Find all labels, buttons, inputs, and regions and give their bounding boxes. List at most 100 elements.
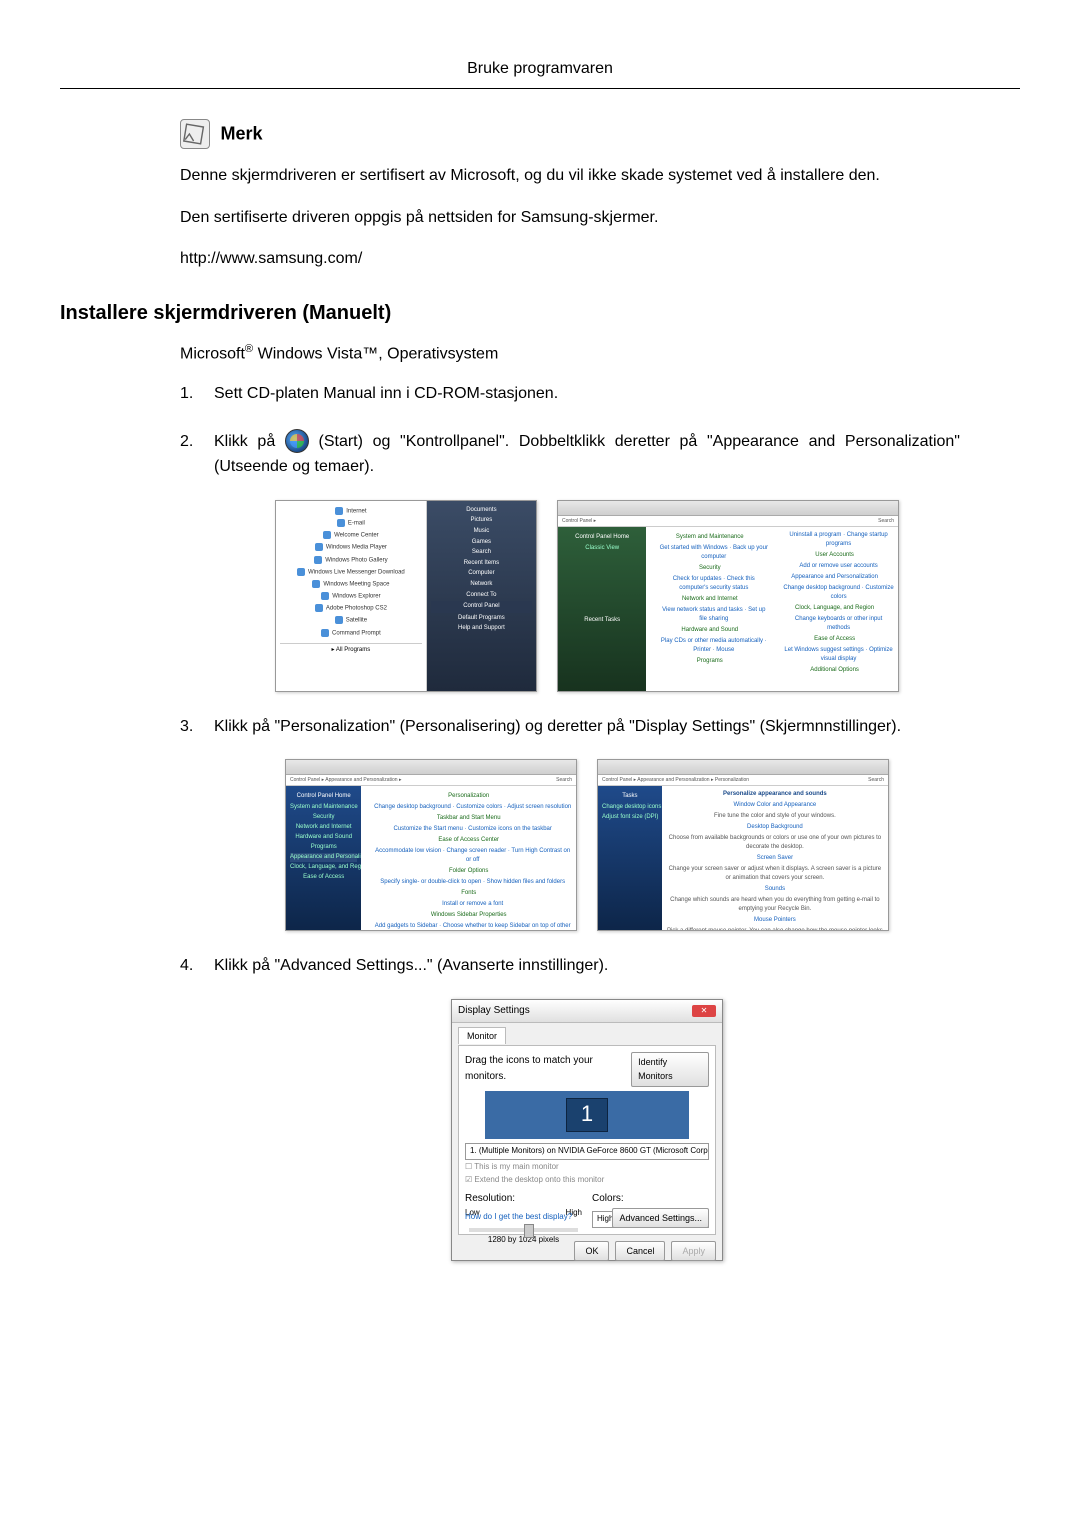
cpl-cat: Additional Options <box>775 666 894 675</box>
cpl-cat: Network and Internet <box>650 595 769 604</box>
cpl-cat: Clock, Language, and Region <box>775 604 894 613</box>
advanced-settings-button[interactable]: Advanced Settings... <box>612 1208 709 1228</box>
header-divider <box>60 88 1020 89</box>
cpl-side-recent: Recent Tasks <box>562 616 642 625</box>
chk-main-monitor[interactable]: ☐ This is my main monitor <box>465 1161 709 1174</box>
dlg-titlebar: Display Settings ✕ <box>452 1000 722 1023</box>
sm-item: Command Prompt <box>280 629 422 639</box>
cpl-cat: Ease of Access <box>775 635 894 644</box>
sm-right-item: Recent Items <box>431 559 532 569</box>
sm-right-item: Connect To <box>431 591 532 601</box>
step-4-num: 4. <box>180 953 193 979</box>
screenshot-display-settings: Display Settings ✕ Monitor Drag the icon… <box>451 999 723 1261</box>
pers-sidebar: Tasks Change desktop icons Adjust font s… <box>598 786 662 931</box>
sm-item: Satellite <box>280 616 422 626</box>
sm-item: Windows Photo Gallery <box>280 556 422 566</box>
cpl-side-item: Classic View <box>562 544 642 553</box>
sm-right-item: Search <box>431 548 532 558</box>
step-3-num: 3. <box>180 714 193 740</box>
step-1-num: 1. <box>180 381 193 407</box>
screenshot-start-menu: Internet E-mail Welcome Center Windows M… <box>275 500 537 692</box>
identify-monitors-button[interactable]: Identify Monitors <box>631 1052 709 1087</box>
note-para-2: Den sertifiserte driveren oppgis på nett… <box>180 205 960 231</box>
pers-main: Personalize appearance and sounds Window… <box>662 786 888 931</box>
resolution-label: Resolution: <box>465 1191 582 1207</box>
subtitle-mid: Windows Vista™, Operativsystem <box>253 345 498 362</box>
sm-all-programs: ▸ All Programs <box>280 643 422 656</box>
start-orb-icon <box>285 429 309 453</box>
sm-item: Welcome Center <box>280 531 422 541</box>
resolution-slider[interactable] <box>469 1228 578 1232</box>
screenshot-control-panel: Control Panel ▸ Search Control Panel Hom… <box>557 500 899 692</box>
step-1: 1. Sett CD-platen Manual inn i CD-ROM-st… <box>180 381 960 407</box>
sm-right-item: Computer <box>431 569 532 579</box>
sm-right-item: Pictures <box>431 516 532 526</box>
step-2-pre: Klikk på <box>214 433 285 450</box>
app-main: PersonalizationChange desktop background… <box>361 786 576 931</box>
sm-item: Windows Live Messenger Download <box>280 568 422 578</box>
cpl-breadcrumb: Control Panel ▸ <box>562 516 596 526</box>
chk-extend-desktop[interactable]: ☑ Extend the desktop onto this monitor <box>465 1174 709 1187</box>
step-2-num: 2. <box>180 429 193 455</box>
step-4: 4. Klikk på "Advanced Settings..." (Avan… <box>180 953 960 1261</box>
note-icon <box>180 119 210 149</box>
pers-titlebar <box>598 760 888 775</box>
cpl-cat: User Accounts <box>775 551 894 560</box>
app-item-personalization: Personalization <box>365 792 572 801</box>
os-subtitle: Microsoft® Windows Vista™, Operativsyste… <box>180 343 960 363</box>
cpl-titlebar <box>558 501 898 516</box>
cpl-search: Search <box>878 516 894 526</box>
step-3: 3. Klikk på "Personalization" (Personali… <box>180 714 960 932</box>
cpl-side-head: Control Panel Home <box>562 533 642 542</box>
screenshot-personalization: Control Panel ▸ Appearance and Personali… <box>597 759 889 931</box>
sm-right-item: Music <box>431 527 532 537</box>
note-label: Merk <box>220 124 262 144</box>
start-menu-left: Internet E-mail Welcome Center Windows M… <box>276 501 427 691</box>
sm-right-item: Games <box>431 538 532 548</box>
cpl-cat: Hardware and Sound <box>650 626 769 635</box>
pers-head: Personalize appearance and sounds <box>666 790 884 799</box>
screenshot-appearance: Control Panel ▸ Appearance and Personali… <box>285 759 577 931</box>
step-2: 2. Klikk på (Start) og "Kontrollpanel". … <box>180 429 960 692</box>
cpl-addressbar: Control Panel ▸ Search <box>558 516 898 527</box>
sm-right-item: Help and Support <box>431 624 532 634</box>
step-2-post: (Start) og "Kontrollpanel". Dobbeltklikk… <box>214 433 960 476</box>
cpl-cat-appearance: Appearance and Personalization <box>775 573 894 582</box>
pers-addressbar: Control Panel ▸ Appearance and Personali… <box>598 775 888 786</box>
sm-item: Adobe Photoshop CS2 <box>280 604 422 614</box>
section-title: Installere skjermdriveren (Manuelt) <box>60 302 960 325</box>
dlg-tab-monitor[interactable]: Monitor <box>458 1027 506 1044</box>
note-para-1: Denne skjermdriveren er sertifisert av M… <box>180 163 960 189</box>
help-link[interactable]: How do I get the best display? <box>465 1211 572 1224</box>
sm-item: Windows Explorer <box>280 592 422 602</box>
cpl-sidebar: Control Panel Home Classic View Recent T… <box>558 527 646 692</box>
step-3-text: Klikk på "Personalization" (Personaliser… <box>214 718 901 735</box>
sm-right-item: Default Programs <box>431 614 532 624</box>
cpl-cat: System and Maintenance <box>650 533 769 542</box>
sm-item: Internet <box>280 507 422 517</box>
sm-item: Windows Media Player <box>280 543 422 553</box>
note-url: http://www.samsung.com/ <box>180 246 960 272</box>
sm-right-item: Documents <box>431 506 532 516</box>
step-4-text: Klikk på "Advanced Settings..." (Avanser… <box>214 957 608 974</box>
reg-mark: ® <box>245 343 253 355</box>
sm-right-control-panel: Control Panel <box>431 601 532 613</box>
dlg-title-text: Display Settings <box>458 1003 530 1019</box>
pers-breadcrumb: Control Panel ▸ Appearance and Personali… <box>602 775 749 785</box>
sm-right-item: Network <box>431 580 532 590</box>
page-header: Bruke programvaren <box>60 60 1020 78</box>
monitor-1-icon[interactable]: 1 <box>566 1098 608 1132</box>
colors-label: Colors: <box>592 1191 709 1207</box>
monitor-preview[interactable]: 1 <box>485 1091 689 1139</box>
dlg-instruction: Drag the icons to match your monitors. <box>465 1053 631 1085</box>
cpl-cat: Programs <box>650 657 769 666</box>
app-breadcrumb: Control Panel ▸ Appearance and Personali… <box>290 775 401 785</box>
device-dropdown[interactable]: 1. (Multiple Monitors) on NVIDIA GeForce… <box>465 1143 709 1160</box>
sm-item: Windows Meeting Space <box>280 580 422 590</box>
close-icon[interactable]: ✕ <box>692 1005 716 1017</box>
cpl-main: System and MaintenanceGet started with W… <box>646 527 898 692</box>
app-titlebar <box>286 760 576 775</box>
cpl-cat: Security <box>650 564 769 573</box>
note-block: Merk Denne skjermdriveren er sertifisert… <box>180 119 960 272</box>
start-menu-right: Documents Pictures Music Games Search Re… <box>427 501 536 691</box>
